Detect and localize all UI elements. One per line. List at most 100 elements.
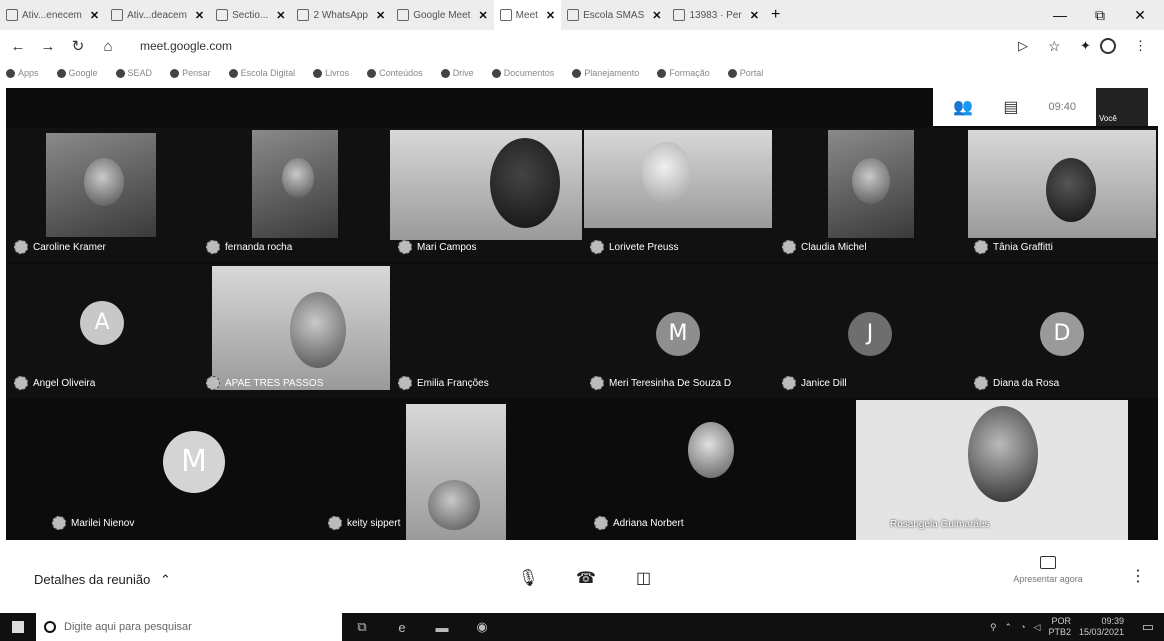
people-icon[interactable]: 👥 xyxy=(953,97,973,117)
participant-tile[interactable]: Caroline Kramer xyxy=(6,128,198,262)
close-tab-icon[interactable]: ✕ xyxy=(546,9,555,22)
notifications-icon[interactable]: ▭ xyxy=(1142,619,1154,635)
participant-tile[interactable]: Tânia Graffitti xyxy=(966,128,1158,262)
maximize-button[interactable]: ⧉ xyxy=(1080,0,1120,30)
bookmark-item[interactable]: Planejamento xyxy=(572,68,639,78)
meet-controls-bar: Detalhes da reunião ⌃ 🎙 ☎ ◫ Apresentar a… xyxy=(0,544,1164,610)
close-tab-icon[interactable]: ✕ xyxy=(195,9,204,22)
minimize-button[interactable]: — xyxy=(1040,0,1080,30)
clock[interactable]: 09:39 15/03/2021 xyxy=(1079,616,1124,638)
home-icon[interactable]: ⌂ xyxy=(96,38,120,55)
browser-tab-active[interactable]: Meet ✕ xyxy=(493,0,562,30)
bookmark-icon xyxy=(440,68,450,78)
profile-avatar[interactable] xyxy=(1100,38,1116,54)
bookmark-item[interactable]: Livros xyxy=(313,68,349,78)
mic-indicator-icon xyxy=(590,376,604,390)
browser-tab[interactable]: 2 WhatsApp ✕ xyxy=(291,0,391,30)
participant-face xyxy=(290,292,346,368)
close-tab-icon[interactable]: ✕ xyxy=(478,9,487,22)
present-now-button[interactable]: Apresentar agora xyxy=(1000,556,1096,584)
browser-tab[interactable]: Google Meet ✕ xyxy=(391,0,493,30)
bookmark-item[interactable]: Pensar xyxy=(170,68,211,78)
edge-icon[interactable]: e xyxy=(382,620,422,635)
hang-up-icon[interactable]: ☎ xyxy=(576,568,596,588)
bookmark-item[interactable]: Conteúdos xyxy=(367,68,423,78)
bookmark-item[interactable]: SEAD xyxy=(115,68,152,78)
bookmark-icon xyxy=(228,68,238,78)
close-tab-icon[interactable]: ✕ xyxy=(376,9,385,22)
bookmark-item[interactable]: Escola Digital xyxy=(228,68,295,78)
participant-name: Tânia Graffitti xyxy=(974,240,1053,254)
browser-tab[interactable]: Ativ...enecem ✕ xyxy=(0,0,105,30)
back-icon[interactable]: ← xyxy=(6,38,30,55)
tab-favicon-icon xyxy=(6,9,18,21)
browser-tab[interactable]: Escola SMAS ✕ xyxy=(561,0,667,30)
file-explorer-icon[interactable]: ▬ xyxy=(422,620,462,635)
self-view-tile[interactable]: Você xyxy=(1096,88,1148,126)
participant-tile[interactable]: Adriana Norbert xyxy=(586,400,856,540)
cortana-icon xyxy=(44,621,56,633)
task-view-icon[interactable]: ⧉ xyxy=(342,619,382,635)
browser-tab[interactable]: Sectio... ✕ xyxy=(210,0,291,30)
bookmark-item[interactable]: Drive xyxy=(440,68,474,78)
forward-icon[interactable]: → xyxy=(36,38,60,55)
network-icon[interactable]: ◔ xyxy=(1020,622,1025,632)
chat-icon[interactable]: ▤ xyxy=(1003,97,1018,117)
people-tray-icon[interactable]: ⚲ xyxy=(990,622,997,633)
close-tab-icon[interactable]: ✕ xyxy=(90,9,99,22)
show-hidden-icons-icon[interactable]: ⌃ xyxy=(1005,622,1013,633)
bookmark-item[interactable]: Formação xyxy=(657,68,710,78)
star-icon[interactable]: ☆ xyxy=(1048,38,1061,55)
url-field[interactable]: meet.google.com xyxy=(140,39,232,53)
participant-name: Diana da Rosa xyxy=(974,376,1059,390)
menu-icon[interactable]: ⋮ xyxy=(1134,38,1147,54)
participant-tile[interactable]: Emilia Franções xyxy=(390,264,582,398)
cast-icon[interactable]: ▷ xyxy=(1018,38,1028,54)
bookmark-item[interactable]: Google xyxy=(56,68,98,78)
close-tab-icon[interactable]: ✕ xyxy=(750,9,759,22)
reload-icon[interactable]: ↻ xyxy=(66,37,90,55)
tab-favicon-icon xyxy=(673,9,686,21)
participant-tile[interactable]: Mari Campos xyxy=(390,128,582,262)
bookmark-icon xyxy=(572,68,582,78)
participant-tile[interactable]: A Angel Oliveira xyxy=(6,264,198,398)
participant-tile[interactable]: keity sippert xyxy=(320,400,544,540)
participant-tile[interactable]: Claudia Michel xyxy=(774,128,966,262)
participant-tile[interactable]: D Diana da Rosa xyxy=(966,264,1158,398)
participant-tile[interactable]: Rosangela Guimarães xyxy=(856,400,1128,540)
bookmark-item[interactable]: Portal xyxy=(727,68,763,78)
os-taskbar: Digite aqui para pesquisar ⧉ e ▬ ◉ ⚲ ⌃ ◔… xyxy=(0,613,1164,641)
bookmark-item[interactable]: Apps xyxy=(6,68,39,78)
windows-logo-icon xyxy=(12,621,24,633)
new-tab-button[interactable]: + xyxy=(765,0,786,30)
camera-icon[interactable]: ◫ xyxy=(636,568,651,588)
meeting-grid: Caroline Kramer fernanda rocha Mari Camp… xyxy=(6,88,1158,540)
tab-favicon-icon xyxy=(397,9,410,21)
participant-avatar: M xyxy=(163,430,225,493)
extensions-icon[interactable]: ✦ xyxy=(1080,38,1091,54)
close-window-button[interactable]: ✕ xyxy=(1120,0,1160,30)
input-language[interactable]: POR PTB2 xyxy=(1048,616,1071,638)
browser-tab[interactable]: 13983 · Per ✕ xyxy=(667,0,764,30)
chrome-icon[interactable]: ◉ xyxy=(462,619,502,635)
participant-name: Janice Dill xyxy=(782,376,847,390)
participant-tile[interactable]: M Meri Teresinha De Souza D xyxy=(582,264,774,398)
browser-tab-strip: Ativ...enecem ✕ Ativ...deacem ✕ Sectio... ✕… xyxy=(0,0,1164,30)
tab-favicon-icon xyxy=(297,9,310,21)
browser-tab[interactable]: Ativ...deacem ✕ xyxy=(105,0,210,30)
more-options-icon[interactable]: ⋮ xyxy=(1130,566,1146,586)
bookmark-item[interactable]: Documentos xyxy=(491,68,554,78)
participant-tile[interactable]: fernanda rocha xyxy=(198,128,390,262)
mic-indicator-icon xyxy=(782,376,796,390)
meeting-details-button[interactable]: Detalhes da reunião ⌃ xyxy=(34,572,171,588)
participant-tile[interactable]: APAE TRES PASSOS xyxy=(198,264,390,398)
taskbar-search-box[interactable]: Digite aqui para pesquisar xyxy=(36,613,342,641)
volume-icon[interactable]: ◁ xyxy=(1034,622,1041,633)
participant-name: Angel Oliveira xyxy=(14,376,95,390)
close-tab-icon[interactable]: ✕ xyxy=(276,9,285,22)
start-button[interactable] xyxy=(0,613,36,641)
participant-tile[interactable]: Lorivete Preuss xyxy=(582,128,774,262)
close-tab-icon[interactable]: ✕ xyxy=(652,9,661,22)
participant-tile[interactable]: J Janice Dill xyxy=(774,264,966,398)
microphone-icon[interactable]: 🎙 xyxy=(518,568,538,588)
